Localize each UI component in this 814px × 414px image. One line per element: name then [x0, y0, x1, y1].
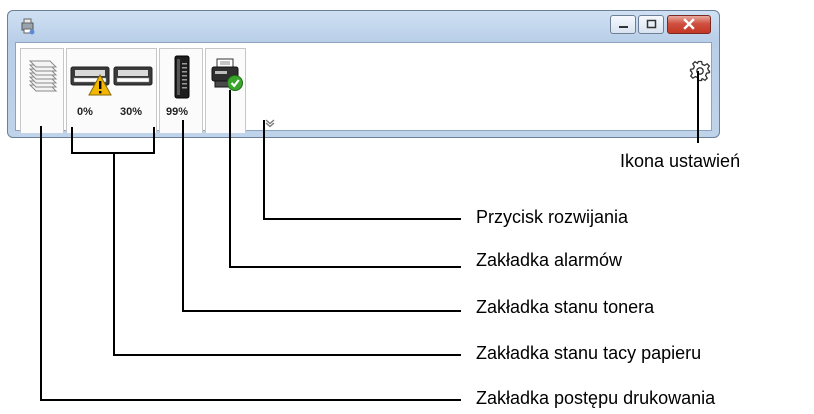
tray2-percent: 30% — [120, 106, 143, 118]
printer-ok-icon — [211, 58, 243, 91]
callout-line-toner — [182, 120, 184, 312]
paper-tray-icon — [113, 66, 153, 86]
callout-line-expand — [263, 120, 265, 220]
close-button[interactable] — [667, 15, 711, 34]
callout-line-tray — [113, 152, 115, 356]
tray1-percent: 0% — [77, 106, 93, 118]
status-monitor-window: 0% 30% 99% — [7, 10, 720, 138]
callout-line-alarm — [229, 90, 231, 268]
client-area: 0% 30% 99% — [15, 42, 712, 133]
callout-toner-tab: Zakładka stanu tonera — [476, 297, 655, 317]
callout-line-tray-h — [113, 354, 461, 356]
minimize-icon — [619, 26, 628, 28]
callout-line-toner-h — [182, 310, 461, 312]
maximize-icon — [646, 19, 657, 29]
maximize-button[interactable] — [638, 15, 664, 34]
callout-settings-icon: Ikona ustawień — [620, 151, 741, 171]
callout-line-progress — [40, 126, 42, 401]
callout-alarm-tab: Zakładka alarmów — [476, 250, 623, 270]
app-icon — [21, 18, 35, 35]
tab-paper-tray[interactable]: 0% 30% — [66, 48, 157, 133]
window-title — [44, 19, 329, 30]
close-icon — [683, 18, 695, 30]
callout-line-progress-h — [40, 399, 461, 401]
toner-cartridge-icon — [174, 55, 190, 99]
document-stack-icon — [28, 60, 58, 92]
callout-line-settings — [697, 71, 699, 143]
callout-bracket-left — [71, 127, 73, 154]
chevron-down-icon[interactable] — [264, 118, 276, 128]
tab-print-progress[interactable] — [20, 48, 64, 133]
title-bar[interactable] — [8, 11, 719, 41]
minimize-button[interactable] — [610, 15, 636, 34]
callout-line-alarm-h — [229, 266, 461, 268]
paper-tray-warning-icon — [70, 66, 112, 96]
callout-expand-button: Przycisk rozwijania — [476, 207, 629, 227]
gear-icon[interactable] — [689, 60, 711, 82]
toner-percent: 99% — [166, 106, 189, 118]
tab-toner[interactable]: 99% — [159, 48, 203, 133]
callout-paper-tray-tab: Zakładka stanu tacy papieru — [476, 343, 702, 363]
callout-bracket-right — [153, 127, 155, 154]
tab-alarm[interactable] — [205, 48, 246, 133]
callout-line-expand-h — [263, 218, 461, 220]
callout-print-progress-tab: Zakładka postępu drukowania — [476, 388, 716, 408]
